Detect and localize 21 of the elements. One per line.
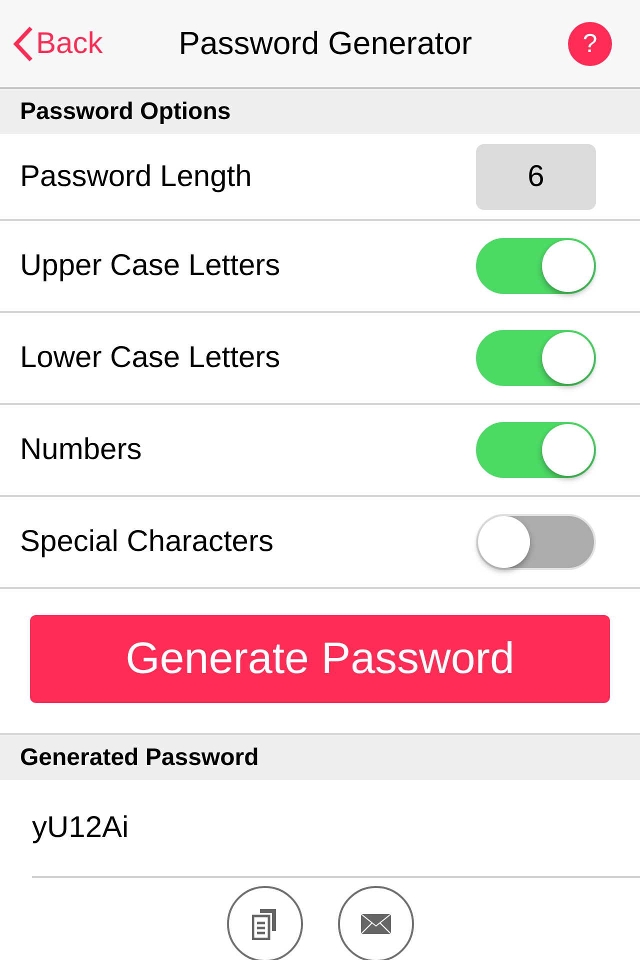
toggle-switch[interactable] — [476, 514, 596, 570]
generate-button[interactable]: Generate Password — [30, 615, 610, 703]
section-header: Password Options — [0, 89, 640, 134]
option-label: Upper Case Letters — [20, 249, 280, 283]
option-label: Numbers — [20, 433, 142, 467]
chevron-left-icon — [12, 26, 34, 62]
back-link[interactable]: Back — [12, 26, 103, 62]
envelope-icon — [360, 914, 390, 934]
toggle-switch[interactable] — [476, 330, 596, 386]
section-header: Generated Password — [0, 735, 640, 780]
back-label: Back — [36, 26, 103, 60]
toggle-switch[interactable] — [476, 422, 596, 478]
option-label: Password Length — [20, 160, 252, 194]
option-label: Lower Case Letters — [20, 341, 280, 375]
copy-icon — [252, 908, 278, 940]
length-field[interactable]: 6 — [476, 144, 596, 210]
toggle-switch[interactable] — [476, 238, 596, 294]
generated-password: yU12Ai — [32, 811, 129, 845]
option-label: Special Characters — [20, 525, 274, 559]
help-button[interactable]: ? — [568, 22, 612, 66]
screen-title: Password Generator — [178, 25, 474, 62]
